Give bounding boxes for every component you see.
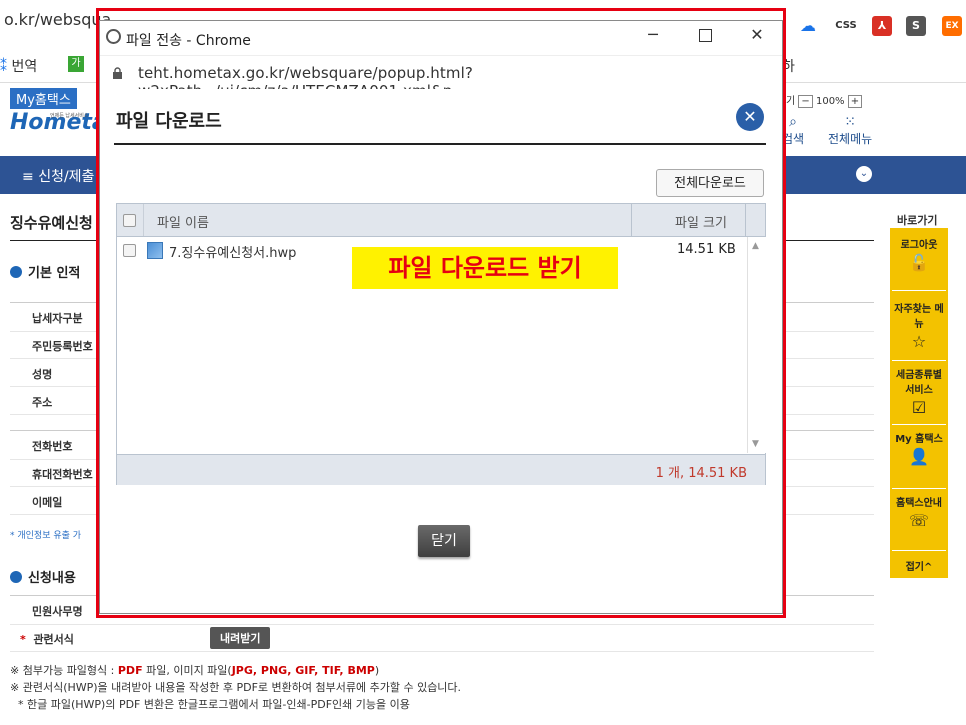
quickbar-favorites[interactable]: 자주찾는 메뉴 ☆ (890, 300, 948, 351)
note-pdf: PDF (117, 664, 143, 677)
note-pdf-conversion: * 한글 파일(HWP)의 PDF 변환은 한글프로그램에서 파일-인쇄-PDF… (18, 698, 410, 711)
cloud-icon[interactable]: ☁ (798, 16, 818, 36)
section-request-label: 신청내용 (28, 571, 76, 586)
quickbar-label: 자주찾는 메뉴 (894, 304, 944, 330)
zoom-out-icon[interactable]: − (798, 95, 813, 108)
row-label-taxpayer-type: 납세자구분 (32, 312, 83, 325)
row-label-office: 민원사무명 (32, 605, 83, 618)
quickbar-label: 로그아웃 (900, 240, 938, 251)
zoom-in-icon[interactable]: + (847, 95, 863, 108)
s-icon[interactable]: S (906, 16, 926, 36)
required-mark: * (20, 633, 26, 646)
translate-link[interactable]: ⁑ 번역 (0, 56, 37, 76)
note-file-types: ※ 첨부가능 파일형식 : PDF 파일, 이미지 파일(JPG, PNG, G… (10, 662, 379, 678)
logo-tagline: 언제든 납세서비스 (50, 113, 89, 119)
note-image-types: JPG, PNG, GIF, TIF, BMP (231, 664, 375, 677)
quickbar-my-hometax[interactable]: My 홈택스 👤 (890, 430, 948, 466)
note-hwp: ※ 관련서식(HWP)을 내려받아 내용을 작성한 후 PDF로 변환하여 첨부… (10, 681, 462, 694)
quickbar-label: 세금종류별 서비스 (896, 370, 942, 396)
logout-icon: 🔓 (909, 253, 929, 272)
quickbar-label: 홈택스안내 (896, 498, 942, 509)
check-box-icon: ☑ (911, 398, 927, 417)
note-post: ) (374, 664, 380, 677)
translate-icon: ⁑ (0, 59, 7, 75)
nav-item-apply[interactable]: ≡ 신청/제출 (22, 166, 94, 186)
bullet-icon (10, 571, 22, 583)
row-label-phone: 전화번호 (32, 440, 73, 453)
row-label-email: 이메일 (32, 496, 63, 509)
highlight-frame (96, 8, 786, 618)
note-pre: ※ 첨부가능 파일형식 : (10, 664, 118, 677)
quickbar-collapse[interactable]: 접기^ (890, 558, 948, 573)
privacy-note: * 개인정보 유출 가 (10, 531, 82, 541)
person-icon: 👤 (909, 447, 929, 466)
table-row (10, 623, 874, 652)
bullet-icon (10, 266, 22, 278)
css-icon[interactable]: CSS (834, 16, 858, 36)
row-label-form: * 관련서식 (20, 631, 74, 647)
section-basic-info: 기본 인적 (10, 262, 80, 281)
font-size-icon[interactable]: 가 (68, 56, 84, 72)
help-icon: ☏ (908, 511, 929, 530)
row-label-mobile: 휴대전화번호 (32, 468, 93, 481)
form-download-button[interactable]: 내려받기 (210, 627, 271, 649)
page-title: 징수유예신청 (10, 214, 93, 232)
nav-label: 신청/제출 (38, 169, 95, 185)
row-label-name: 성명 (32, 368, 53, 381)
quickbar: 로그아웃 🔓 자주찾는 메뉴 ☆ 세금종류별 서비스 ☑ My 홈택스 👤 홈택스안내 ☏… (890, 228, 948, 578)
quickbar-tax-services[interactable]: 세금종류별 서비스 ☑ (890, 366, 948, 417)
quickbar-guide[interactable]: 홈택스안내 ☏ (890, 494, 948, 530)
all-menu-label: 전체메뉴 (828, 132, 873, 146)
ex-icon[interactable]: EX (942, 16, 962, 36)
star-icon: ☆ (911, 332, 927, 351)
quickbar-title: 바로가기 (897, 214, 938, 227)
chevron-down-icon[interactable]: ⌄ (856, 166, 872, 182)
row-label-resident-number: 주민등록번호 (32, 340, 93, 353)
quickbar-label: My 홈택스 (895, 434, 943, 445)
pdf-icon[interactable]: ⅄ (872, 16, 892, 36)
zoom-value: 100% (815, 96, 845, 107)
note-mid: 파일, 이미지 파일( (142, 664, 232, 677)
all-menu[interactable]: ⁙ 전체메뉴 (828, 114, 872, 147)
translate-label: 번역 (11, 59, 38, 75)
section-request: 신청내용 (10, 567, 76, 586)
my-hometax-link[interactable]: My홈택스 (10, 88, 77, 109)
row-label-address: 주소 (32, 396, 53, 409)
row-form-text: 관련서식 (33, 633, 74, 646)
section-basic-label: 기본 인적 (28, 266, 81, 281)
zoom-control[interactable]: 기 − 100% + (786, 92, 863, 108)
hometax-logo[interactable]: Hometax 언제든 납세서비스 (10, 110, 121, 146)
zoom-label: 기 (786, 96, 796, 107)
grid-icon: ⁙ (844, 114, 856, 130)
quickbar-logout[interactable]: 로그아웃 🔓 (890, 236, 948, 272)
